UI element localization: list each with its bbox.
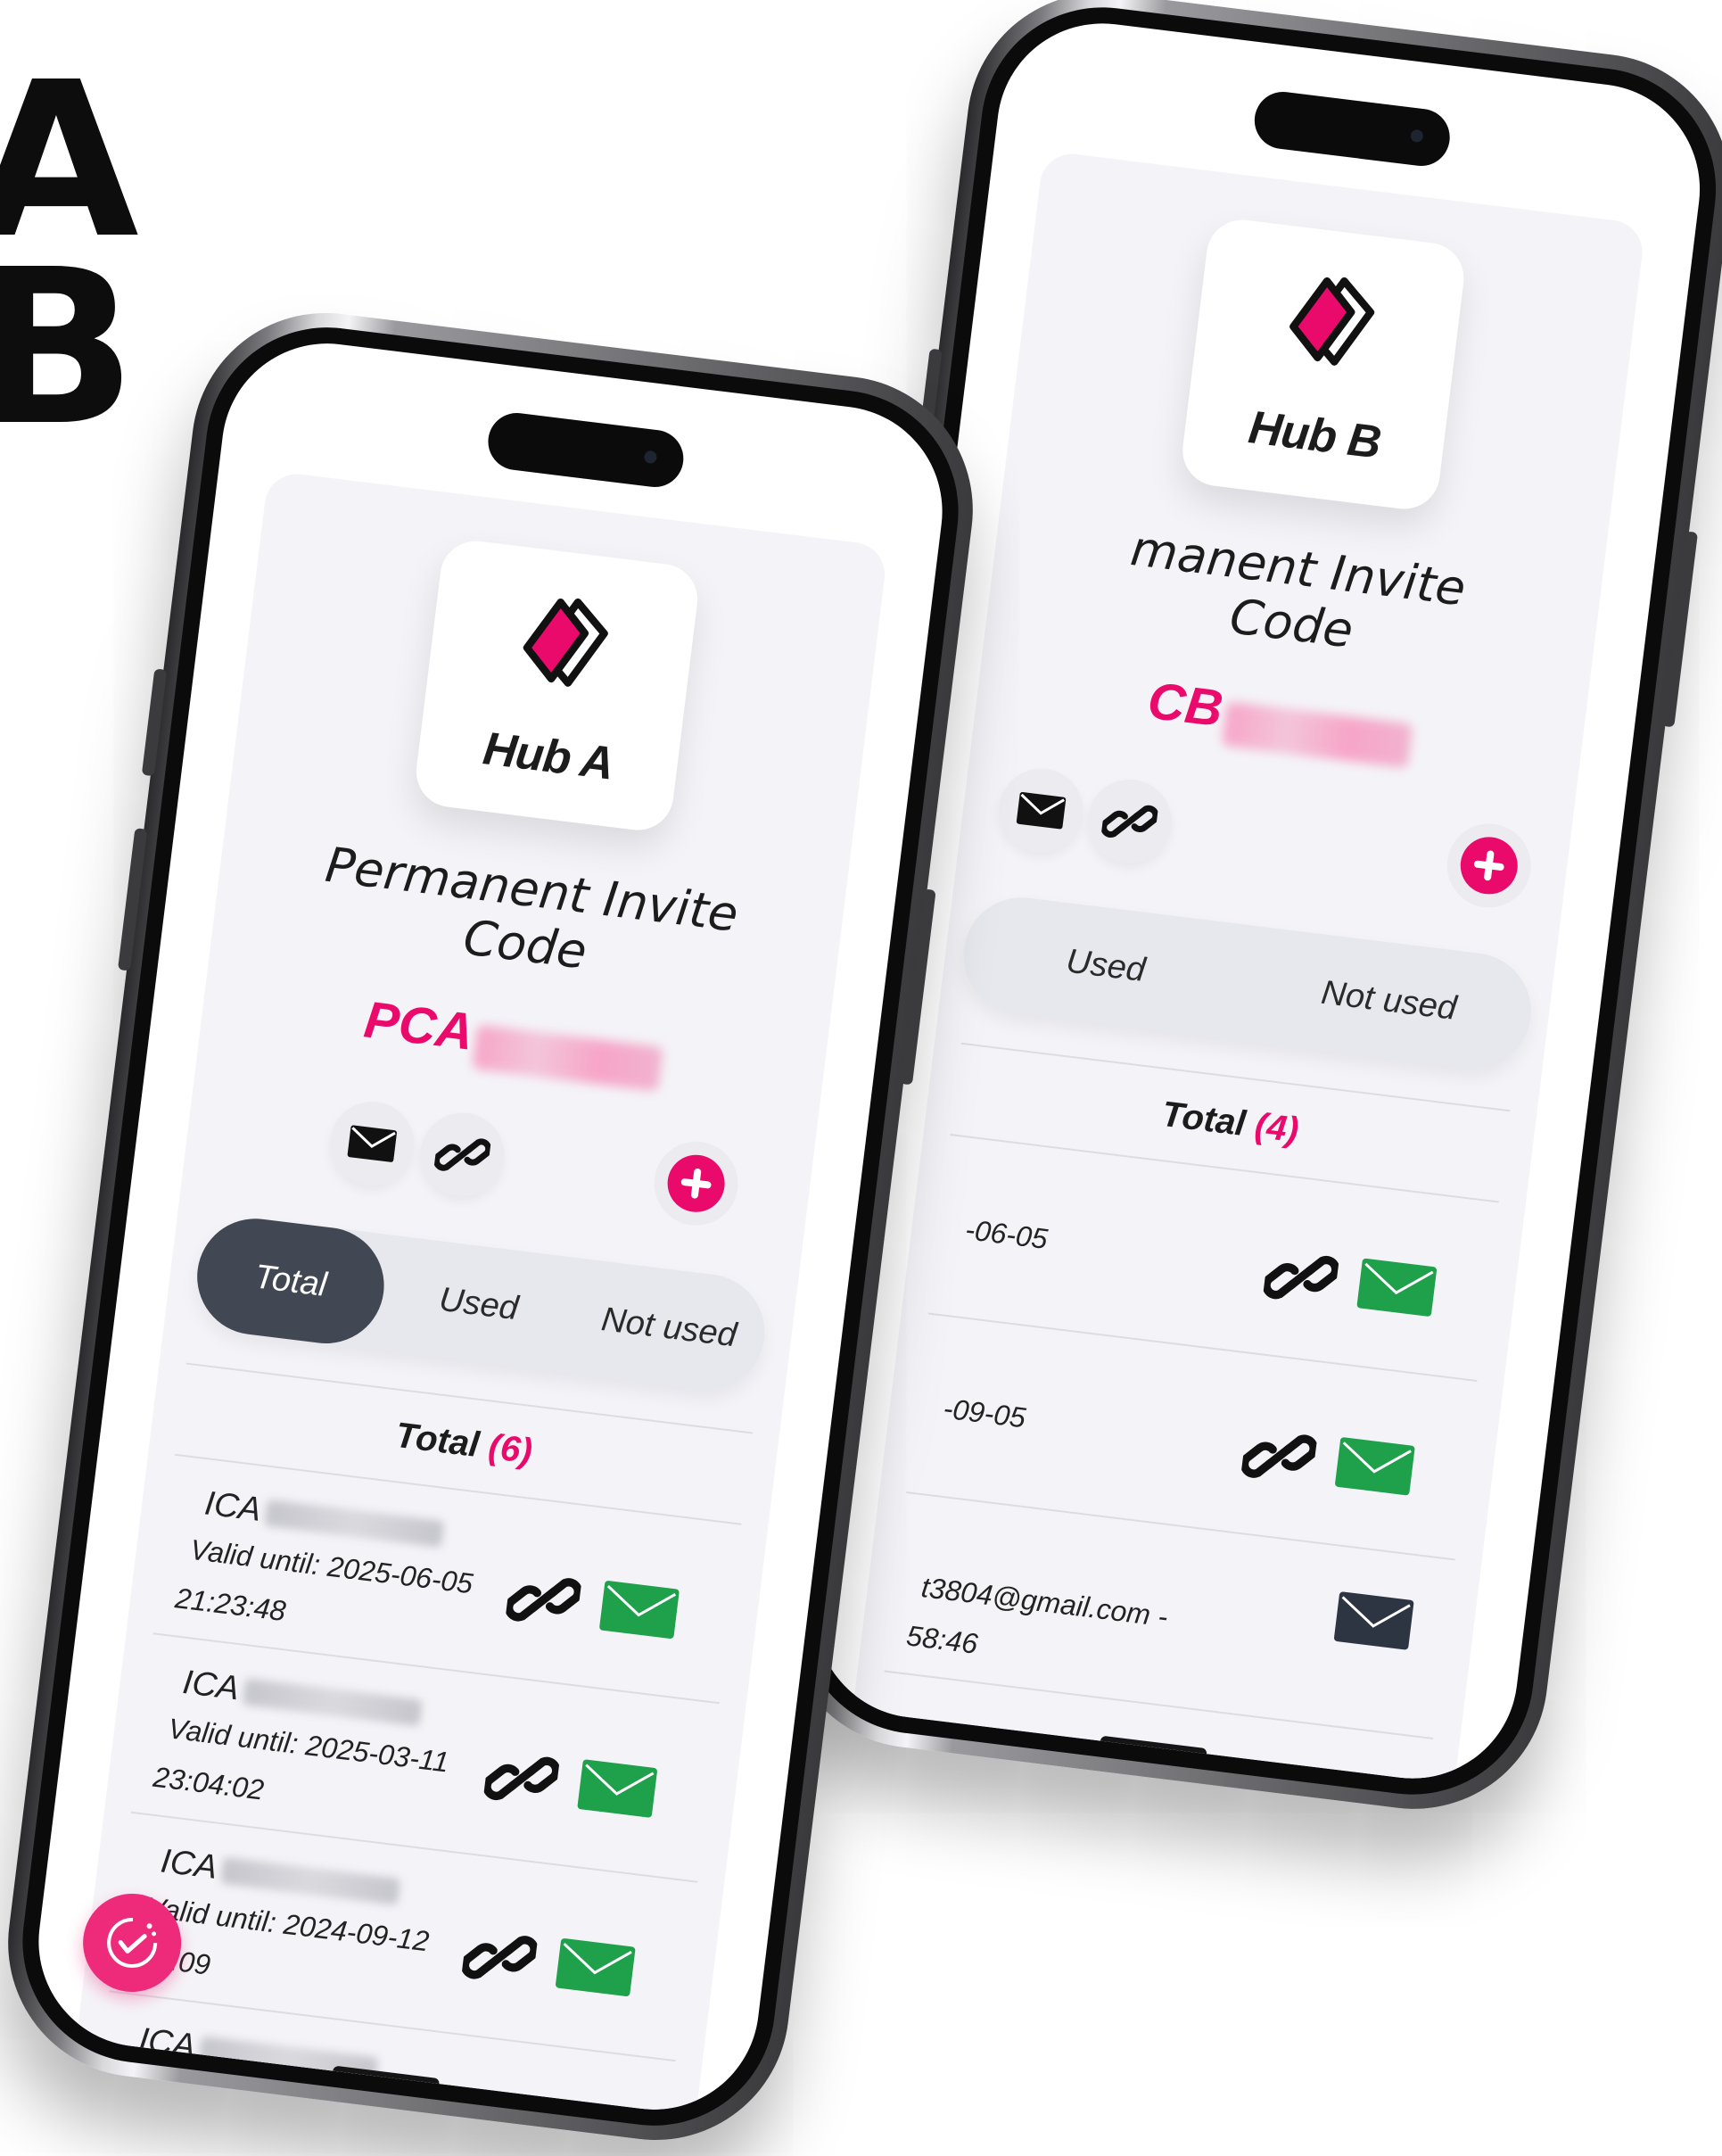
hub-b-add-button[interactable]: [1442, 818, 1537, 913]
hub-b-actions: [959, 759, 1571, 921]
hub-a-email-button[interactable]: [325, 1096, 419, 1191]
hub-a-actions: [183, 1079, 813, 1244]
hub-b-card: Hub B manent Invite Code CB Used Not use…: [853, 150, 1646, 1785]
hub-a-link-button[interactable]: [416, 1107, 509, 1202]
mail-icon[interactable]: [555, 1937, 636, 1997]
hub-a-name: Hub A: [480, 723, 616, 790]
link-icon[interactable]: [1261, 1237, 1340, 1317]
plus-icon: [1473, 850, 1504, 881]
link-icon[interactable]: [482, 1739, 561, 1818]
hub-b-link-button[interactable]: [1083, 774, 1177, 869]
link-icon[interactable]: [1240, 1417, 1319, 1496]
hub-b-invite-title: manent Invite Code: [1127, 520, 1469, 659]
link-icon[interactable]: [504, 1560, 583, 1640]
checklist-fab-icon: [107, 1918, 158, 1969]
hub-b-logo-card: Hub B: [1178, 215, 1469, 514]
link-icon[interactable]: [460, 1918, 540, 1997]
phone-b-screen: Hub B manent Invite Code CB Used Not use…: [803, 11, 1712, 1791]
hub-a-logo-card: Hub A: [412, 537, 702, 835]
hub-b-name: Hub B: [1246, 401, 1384, 469]
phone-hub-a: Hub A Permanent Invite Code PCA Total Us…: [0, 297, 988, 2156]
mail-icon[interactable]: [577, 1758, 658, 1818]
hub-a-card: Hub A Permanent Invite Code PCA Total Us…: [76, 470, 889, 2116]
plus-icon: [680, 1168, 712, 1199]
hub-a-tab-not-used[interactable]: Not used: [567, 1258, 771, 1396]
link-icon: [433, 1138, 492, 1171]
mail-icon[interactable]: [1333, 1590, 1414, 1650]
background-letter-b: B: [0, 223, 136, 473]
dynamic-island: [1251, 88, 1454, 169]
hub-a-tab-used[interactable]: Used: [376, 1235, 581, 1373]
mail-icon: [347, 1125, 398, 1162]
mail-icon[interactable]: [1356, 1258, 1438, 1317]
hub-b-email-button[interactable]: [994, 764, 1088, 857]
mail-icon: [1016, 791, 1067, 830]
hub-logo-icon: [523, 598, 608, 687]
dynamic-island: [484, 409, 687, 491]
hub-a-add-button[interactable]: [649, 1136, 744, 1230]
hub-logo-icon: [1289, 277, 1375, 366]
hub-a-tab-total[interactable]: Total: [190, 1211, 391, 1351]
phone-a-screen: Hub A Permanent Invite Code PCA Total Us…: [26, 331, 955, 2122]
mail-icon[interactable]: [1334, 1436, 1415, 1496]
mail-icon[interactable]: [598, 1580, 680, 1640]
link-icon: [1100, 805, 1159, 838]
